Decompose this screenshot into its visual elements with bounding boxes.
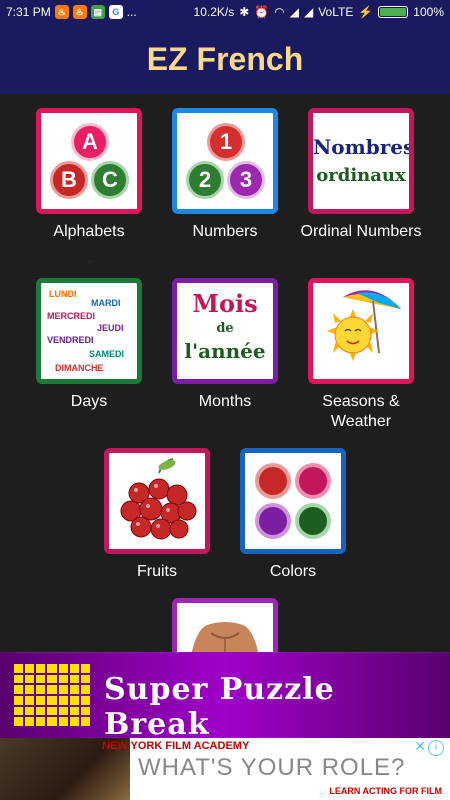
status-time: 7:31 PM [6, 5, 51, 19]
numbers-image: 1 2 3 [172, 108, 278, 214]
ordinal-numbers-image: Nombres ordinaux [308, 108, 414, 214]
cherries-icon [120, 458, 197, 540]
day-mardi: MARDI [91, 298, 121, 308]
months-image: Mois de l'année [172, 278, 278, 384]
days-image: LUNDI MARDI MERCREDI JEUDI VENDREDI SAME… [36, 278, 142, 384]
months-line3: l'année [184, 339, 266, 363]
bluetooth-icon: ✱ [239, 5, 250, 19]
puzzle-grid-icon [14, 664, 90, 726]
tile-fruits[interactable]: Fruits [92, 448, 222, 582]
tile-label: Alphabets [53, 223, 125, 240]
letter-a: A [71, 123, 109, 161]
tile-ordinal-numbers[interactable]: Nombres ordinaux Ordinal Numbers [296, 108, 426, 242]
alphabets-image: A B C [36, 108, 142, 214]
torso-icon [191, 622, 259, 652]
app-bar: EZ French [0, 24, 450, 94]
day-mercredi: MERCREDI [47, 311, 96, 321]
colors-image [240, 448, 346, 554]
tile-label: Seasons & Weather [322, 393, 400, 430]
ad-brand: NEW YORK FILM ACADEMY [102, 740, 250, 752]
alarm-icon: ⏰ [254, 5, 270, 19]
status-bar: 7:31 PM ♨ ♨ ▤ G ... 10.2K/s ✱ ⏰ ◠ ◢ ◢ Vo… [0, 0, 450, 24]
film-academy-ad[interactable]: NEW YORK FILM ACADEMY WHAT'S YOUR ROLE? … [0, 738, 450, 800]
day-samedi: SAMEDI [89, 349, 125, 359]
day-vendredi: VENDREDI [47, 335, 94, 345]
battery-icon [378, 6, 409, 18]
day-dimanche: DIMANCHE [55, 363, 104, 373]
months-line2: de [216, 321, 234, 336]
tile-colors[interactable]: Colors [228, 448, 358, 582]
tile-label: Fruits [137, 563, 177, 580]
digit-1: 1 [207, 123, 245, 161]
body-image [172, 598, 278, 652]
tile-label: Numbers [192, 223, 258, 240]
puzzle-ad-text: Super Puzzle Break [104, 672, 335, 742]
ordinal-line1: Nombres [313, 135, 414, 159]
app-title: EZ French [146, 40, 304, 77]
green-swatch [295, 503, 331, 539]
tile-label: Months [198, 393, 252, 410]
more-notifications: ... [126, 5, 137, 19]
volte-label: VoLTE [318, 5, 354, 19]
network-speed: 10.2K/s [193, 5, 235, 19]
signal-icon-2: ◢ [303, 5, 314, 19]
letter-b: B [50, 161, 88, 199]
day-lundi: LUNDI [49, 289, 77, 299]
wifi-icon: ◠ [274, 5, 285, 19]
category-grid: A B C Alphabets 1 2 3 Numbers Nombres or… [0, 94, 450, 652]
signal-icon: ◢ [289, 5, 299, 19]
notification-clipboard-icon: ▤ [90, 5, 105, 19]
purple-swatch [255, 503, 291, 539]
notification-app-icon-2: ♨ [72, 5, 87, 19]
seasons-weather-image [308, 278, 414, 384]
charging-icon: ⚡ [358, 5, 374, 19]
ad-close-icon[interactable]: ✕ [414, 738, 426, 755]
day-jeudi: JEUDI [97, 323, 124, 333]
tile-body[interactable] [160, 598, 290, 652]
tile-label: Days [70, 393, 108, 410]
ordinal-line2: ordinaux [316, 165, 406, 186]
tile-label: Ordinal Numbers [300, 223, 422, 240]
tile-days[interactable]: LUNDI MARDI MERCREDI JEUDI VENDREDI SAME… [24, 278, 154, 412]
sun-umbrella-icon [327, 290, 401, 361]
tile-alphabets[interactable]: A B C Alphabets [24, 108, 154, 242]
fruits-image [104, 448, 210, 554]
ad-cta: LEARN ACTING FOR FILM [329, 786, 442, 796]
months-line1: Mois [192, 289, 258, 318]
ad-info-icon[interactable]: i [428, 740, 444, 756]
letter-c: C [91, 161, 129, 199]
battery-percent: 100% [413, 5, 444, 19]
ad-headline: WHAT'S YOUR ROLE? [138, 754, 406, 781]
tile-label: Colors [269, 563, 317, 580]
pink-swatch [295, 463, 331, 499]
tile-seasons-weather[interactable]: Seasons & Weather [296, 278, 426, 432]
puzzle-ad-banner[interactable]: Super Puzzle Break [0, 652, 450, 742]
notification-app-icon: ♨ [54, 5, 69, 19]
digit-2: 2 [186, 161, 224, 199]
tile-numbers[interactable]: 1 2 3 Numbers [160, 108, 290, 242]
red-swatch [255, 463, 291, 499]
google-icon: G [108, 5, 123, 19]
tile-months[interactable]: Mois de l'année Months [160, 278, 290, 412]
digit-3: 3 [227, 161, 265, 199]
